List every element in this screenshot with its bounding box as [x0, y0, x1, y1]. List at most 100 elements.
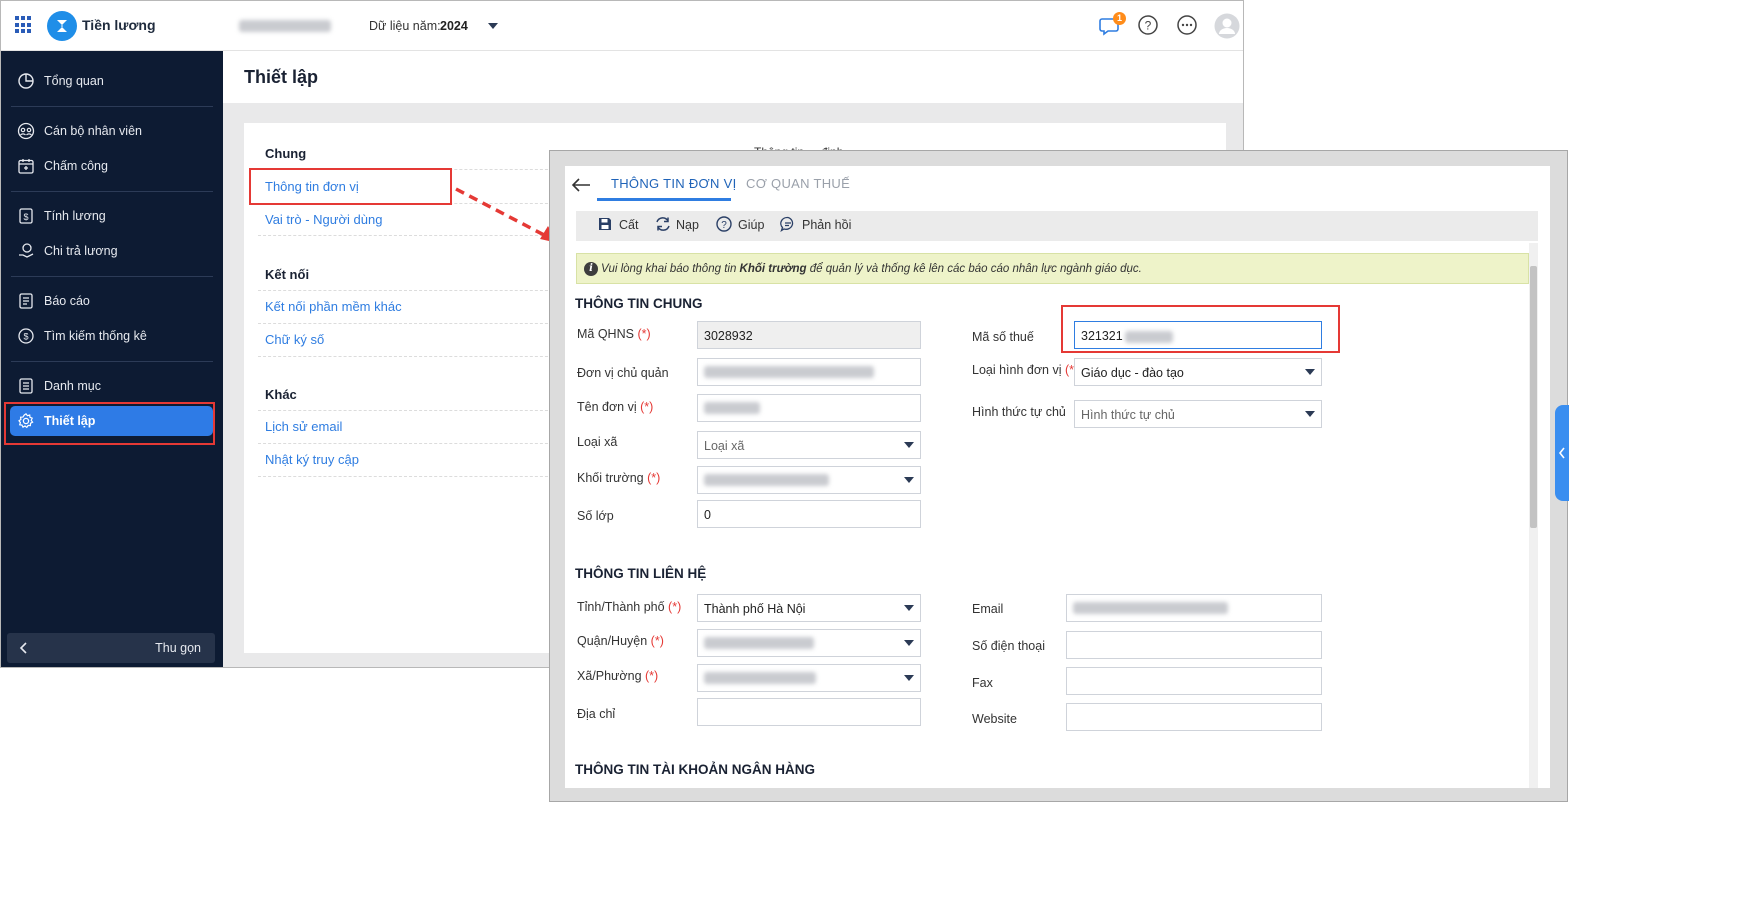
sidebar-item-tinh-luong[interactable]: $ Tính lương	[1, 201, 223, 231]
search-stats-icon: $	[18, 328, 34, 344]
save-button[interactable]: Cất	[599, 218, 639, 232]
quan-huyen-select[interactable]	[697, 629, 921, 657]
divider	[258, 356, 558, 357]
tab-co-quan-thue[interactable]: CƠ QUAN THUẾ	[746, 176, 850, 191]
year-dropdown-icon[interactable]	[488, 23, 498, 29]
svg-text:$: $	[23, 332, 28, 342]
section-general-title: THÔNG TIN CHUNG	[575, 296, 703, 311]
reload-button[interactable]: Nạp	[656, 217, 699, 232]
unit-info-dialog: THÔNG TIN ĐƠN VỊ CƠ QUAN THUẾ Cất Nạp ? …	[549, 150, 1568, 802]
so-lop-field[interactable]: 0	[697, 500, 921, 528]
sidebar: Tổng quan Cán bộ nhân viên Chấm công $ T…	[1, 51, 223, 667]
svg-text:?: ?	[721, 220, 727, 231]
sidebar-item-label: Báo cáo	[44, 294, 90, 308]
dia-chi-field[interactable]	[697, 698, 921, 726]
toolbar: Cất Nạp ? Giúp Phản hồi	[576, 211, 1538, 241]
sidebar-divider	[11, 191, 213, 192]
sidebar-item-tong-quan[interactable]: Tổng quan	[1, 66, 223, 96]
sidebar-item-cham-cong[interactable]: Chấm công	[1, 151, 223, 181]
active-tab-indicator	[597, 198, 731, 201]
divider	[258, 290, 558, 291]
sidebar-item-label: Cán bộ nhân viên	[44, 124, 142, 138]
side-panel-toggle[interactable]	[1555, 405, 1569, 501]
sidebar-divider	[11, 106, 213, 107]
label-email: Email	[972, 602, 1004, 616]
feedback-icon	[780, 216, 794, 232]
org-name[interactable]	[239, 20, 331, 35]
link-ket-noi-phan-mem-khac[interactable]: Kết nối phần mềm khác	[265, 299, 402, 314]
collapse-button[interactable]: Thu gọn	[7, 633, 215, 663]
hinh-thuc-tu-chu-select[interactable]: Hình thức tự chủ	[1074, 400, 1322, 428]
notice-text-before: Vui lòng khai báo thông tin	[601, 263, 740, 275]
label-so-dien-thoai: Số điện thoại	[972, 639, 1045, 653]
app-grid-icon[interactable]	[15, 16, 33, 34]
year-value[interactable]: 2024	[440, 19, 468, 33]
avatar[interactable]	[1214, 13, 1240, 39]
label-so-lop: Số lớp	[577, 509, 614, 523]
sidebar-item-label: Tính lương	[44, 209, 106, 223]
feedback-button[interactable]: Phản hồi	[780, 216, 851, 232]
divider	[258, 410, 558, 411]
app-name: Tiền lương	[82, 17, 156, 33]
label-khoi-truong: Khối trường (*)	[577, 471, 661, 485]
khoi-truong-select[interactable]	[697, 466, 921, 494]
ma-qhns-field: 3028932	[697, 321, 921, 349]
label-hinh-thuc-tu-chu: Hình thức tự chủ	[972, 405, 1066, 419]
chevron-down-icon	[904, 605, 914, 611]
section-title-khac: Khác	[265, 387, 297, 402]
ten-don-vi-field[interactable]	[697, 394, 921, 422]
sidebar-item-label: Tìm kiếm thống kê	[44, 329, 147, 343]
tinh-thanh-pho-select[interactable]: Thành phố Hà Nội	[697, 594, 921, 622]
app-logo	[47, 11, 77, 41]
link-chu-ky-so[interactable]: Chữ ký số	[265, 332, 324, 347]
xa-phuong-select[interactable]	[697, 664, 921, 692]
chevron-left-icon	[19, 642, 27, 654]
list-icon	[19, 378, 33, 394]
highlight-ma-so-thue	[1061, 305, 1340, 353]
divider	[258, 443, 558, 444]
report-icon	[19, 293, 33, 309]
sidebar-item-label: Chấm công	[44, 159, 108, 173]
loai-xa-select[interactable]: Loại xã	[697, 431, 921, 459]
loai-hinh-don-vi-select[interactable]: Giáo dục - đào tạo	[1074, 358, 1322, 386]
link-nhat-ky-truy-cap[interactable]: Nhật ký truy cập	[265, 452, 359, 467]
save-icon	[599, 218, 611, 230]
help-icon: ?	[716, 216, 732, 232]
people-icon	[17, 122, 35, 140]
label-website: Website	[972, 712, 1017, 726]
don-vi-chu-quan-field[interactable]	[697, 358, 921, 386]
back-arrow-icon[interactable]	[570, 176, 592, 194]
highlight-thiet-lap	[4, 402, 215, 445]
help-label: Giúp	[738, 218, 765, 232]
website-field[interactable]	[1066, 703, 1322, 731]
sidebar-item-label: Chi trả lương	[44, 244, 118, 258]
email-field[interactable]	[1066, 594, 1322, 622]
link-lich-su-email[interactable]: Lịch sử email	[265, 419, 342, 434]
tab-thong-tin-don-vi[interactable]: THÔNG TIN ĐƠN VỊ	[611, 176, 737, 191]
sidebar-item-can-bo-nhan-vien[interactable]: Cán bộ nhân viên	[1, 116, 223, 146]
section-contact-title: THÔNG TIN LIÊN HỆ	[575, 566, 707, 581]
scrollbar-thumb[interactable]	[1530, 266, 1537, 528]
notification-badge: 1	[1113, 12, 1126, 25]
svg-text:$: $	[23, 212, 28, 222]
help-button[interactable]: ? Giúp	[716, 216, 765, 232]
chevron-down-icon	[904, 675, 914, 681]
sidebar-item-tim-kiem-thong-ke[interactable]: $ Tìm kiếm thống kê	[1, 321, 223, 351]
section-title-ket-noi: Kết nối	[265, 267, 310, 282]
label-don-vi-chu-quan: Đơn vị chủ quản	[577, 366, 669, 380]
fax-field[interactable]	[1066, 667, 1322, 695]
unit-info-form: THÔNG TIN ĐƠN VỊ CƠ QUAN THUẾ Cất Nạp ? …	[565, 166, 1550, 788]
save-label: Cất	[619, 218, 639, 232]
more-icon[interactable]	[1176, 14, 1198, 36]
sidebar-item-danh-muc[interactable]: Danh mục	[1, 371, 223, 401]
pointer-arrow	[455, 187, 558, 243]
sidebar-item-chi-tra-luong[interactable]: Chi trả lương	[1, 236, 223, 266]
help-icon[interactable]: ?	[1137, 14, 1159, 36]
sidebar-item-bao-cao[interactable]: Báo cáo	[1, 286, 223, 316]
divider	[258, 323, 558, 324]
content-header: Thiết lập	[223, 51, 1243, 103]
link-vai-tro-nguoi-dung[interactable]: Vai trò - Người dùng	[265, 212, 382, 227]
so-dien-thoai-field[interactable]	[1066, 631, 1322, 659]
chevron-left-icon	[1558, 447, 1565, 459]
info-icon: i	[584, 262, 598, 276]
